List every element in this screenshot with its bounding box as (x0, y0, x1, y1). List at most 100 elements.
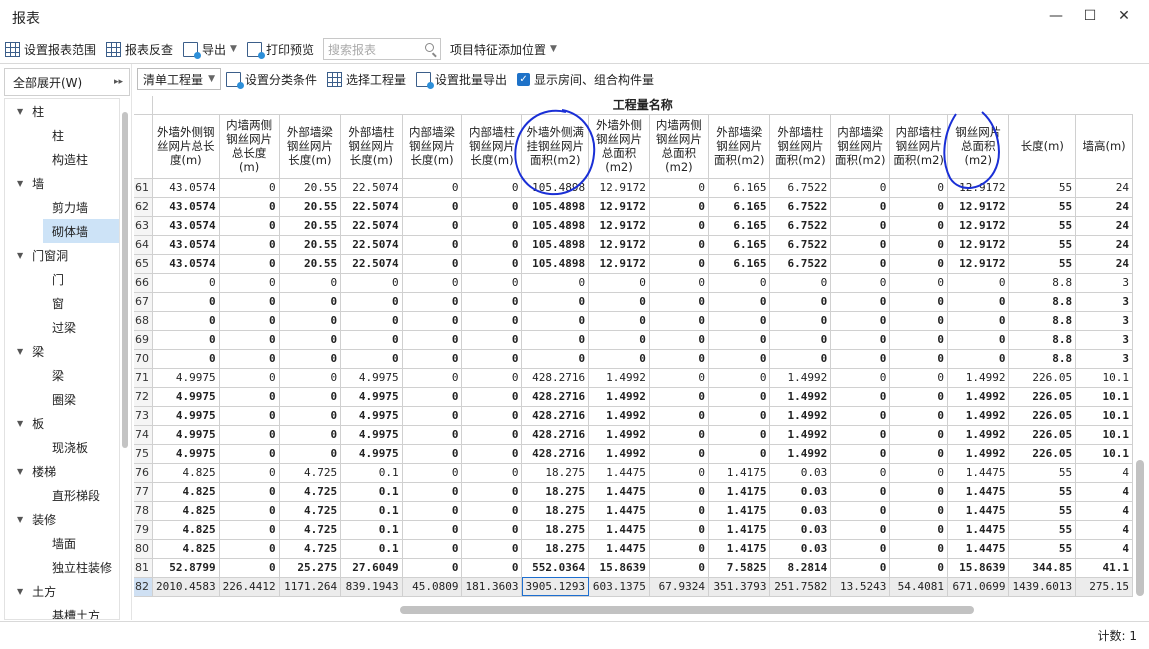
table-row[interactable]: 66 0 0 0 0 0 0 0 0 0 0 0 0 0 0 8.8 3 (134, 272, 1133, 293)
table-cell[interactable]: 0 (830, 177, 891, 198)
table-cell[interactable]: 0 (889, 348, 948, 369)
show-rooms-checkbox[interactable]: ✓ 显示房间、组合构件量 (512, 68, 659, 90)
table-cell[interactable]: 24 (1075, 177, 1133, 198)
table-cell[interactable]: 3 (1075, 272, 1133, 293)
table-cell[interactable]: 4.825 (152, 481, 220, 502)
table-cell[interactable]: 20.55 (278, 196, 342, 217)
table-cell[interactable]: 0 (401, 481, 463, 502)
table-cell[interactable]: 0 (889, 367, 948, 388)
table-cell[interactable]: 12.9172 (588, 215, 650, 236)
table-cell[interactable]: 0 (340, 291, 403, 312)
table-cell[interactable]: 12.9172 (588, 253, 650, 274)
row-number[interactable]: 80 (134, 538, 153, 559)
table-cell[interactable]: 0 (218, 310, 280, 331)
table-cell[interactable]: 55 (1008, 462, 1077, 483)
table-cell[interactable]: 0 (401, 519, 463, 540)
add-position-dropdown[interactable]: 项目特征添加位置 ▼ (445, 38, 562, 60)
table-cell[interactable]: 0 (401, 177, 463, 198)
table-cell[interactable]: 0.1 (340, 500, 403, 521)
table-cell[interactable]: 0 (707, 291, 771, 312)
table-cell[interactable]: 0 (340, 348, 403, 369)
table-cell[interactable]: 18.275 (521, 500, 590, 521)
table-cell[interactable]: 24 (1075, 234, 1133, 255)
table-cell[interactable]: 0 (830, 253, 891, 274)
table-cell[interactable]: 0 (830, 405, 891, 426)
table-cell[interactable]: 8.8 (1008, 272, 1077, 293)
table-cell[interactable]: 0 (461, 424, 523, 445)
table-cell[interactable]: 0 (946, 272, 1010, 293)
table-cell[interactable]: 0 (648, 215, 709, 236)
table-cell[interactable]: 3 (1075, 348, 1133, 369)
tree-item[interactable]: 过梁 (5, 315, 119, 339)
table-cell[interactable]: 0 (830, 424, 891, 445)
table-cell[interactable]: 0 (830, 234, 891, 255)
table-cell[interactable]: 0 (889, 177, 948, 198)
table-cell[interactable]: 0 (889, 291, 948, 312)
table-row[interactable]: 67 0 0 0 0 0 0 0 0 0 0 0 0 0 0 8.8 3 (134, 291, 1133, 312)
table-cell[interactable]: 1.4475 (588, 500, 650, 521)
table-cell[interactable]: 4.825 (152, 462, 220, 483)
table-cell[interactable]: 6.165 (707, 234, 771, 255)
table-cell[interactable]: 1.4992 (588, 443, 650, 464)
table-cell[interactable]: 0 (278, 443, 342, 464)
table-cell[interactable]: 15.8639 (946, 557, 1010, 578)
column-header[interactable]: 钢丝网片总面积(m2) (946, 113, 1010, 179)
table-cell[interactable]: 55 (1008, 215, 1077, 236)
checkmark-icon[interactable]: ✓ (517, 72, 531, 86)
row-number[interactable]: 63 (134, 215, 153, 236)
table-cell[interactable]: 0 (461, 367, 523, 388)
row-number[interactable]: 77 (134, 481, 153, 502)
table-cell[interactable]: 1.4992 (946, 443, 1010, 464)
table-cell[interactable]: 24 (1075, 215, 1133, 236)
tree-item[interactable]: 墙面 (5, 531, 119, 555)
table-cell[interactable]: 55 (1008, 196, 1077, 217)
table-cell[interactable]: 0 (461, 386, 523, 407)
table-cell[interactable]: 8.8 (1008, 348, 1077, 369)
column-header[interactable]: 内墙两侧钢丝网片总长度(m) (218, 113, 280, 179)
table-cell[interactable]: 0 (340, 329, 403, 350)
table-cell[interactable]: 4.725 (278, 500, 342, 521)
table-cell[interactable]: 55 (1008, 481, 1077, 502)
table-cell[interactable]: 22.5074 (340, 215, 403, 236)
table-cell[interactable]: 13.5243 (830, 576, 891, 597)
table-cell[interactable]: 6.165 (707, 215, 771, 236)
table-cell[interactable]: 0 (401, 500, 463, 521)
row-number[interactable]: 71 (134, 367, 153, 388)
table-cell[interactable]: 6.7522 (769, 196, 832, 217)
table-cell[interactable]: 0 (648, 500, 709, 521)
table-cell[interactable]: 0 (461, 443, 523, 464)
table-cell[interactable]: 0 (461, 519, 523, 540)
tree-item[interactable]: 基槽土方 (5, 603, 119, 620)
table-row[interactable]: 61 43.0574 0 20.55 22.5074 0 0 105.4898 12.9172 0… (134, 177, 1133, 198)
table-cell[interactable]: 1.4992 (946, 405, 1010, 426)
table-cell[interactable]: 1.4992 (588, 405, 650, 426)
table-cell[interactable]: 0.1 (340, 538, 403, 559)
table-cell[interactable]: 0 (588, 291, 650, 312)
table-cell[interactable]: 55 (1008, 177, 1077, 198)
column-header[interactable]: 长度(m) (1008, 113, 1077, 179)
table-cell[interactable]: 0 (401, 462, 463, 483)
table-cell[interactable]: 0 (707, 386, 771, 407)
collapse-triangle-icon[interactable]: ▼ (17, 467, 23, 476)
table-cell[interactable]: 4 (1075, 500, 1133, 521)
row-number[interactable]: 78 (134, 500, 153, 521)
table-cell[interactable]: 4.9975 (152, 443, 220, 464)
table-cell[interactable]: 41.1 (1075, 557, 1133, 578)
collapse-triangle-icon[interactable]: ▼ (17, 347, 23, 356)
table-cell[interactable]: 603.1375 (588, 576, 650, 597)
table-cell[interactable]: 1.4992 (769, 424, 832, 445)
table-cell[interactable]: 0 (707, 367, 771, 388)
table-cell[interactable]: 8.2814 (769, 557, 832, 578)
table-cell[interactable]: 0 (278, 272, 342, 293)
table-cell[interactable]: 10.1 (1075, 443, 1133, 464)
table-cell[interactable]: 0 (830, 538, 891, 559)
table-cell[interactable]: 0 (152, 310, 220, 331)
table-row[interactable]: 71 4.9975 0 0 4.9975 0 0 428.2716 1.4992 0 0 1.4992… (134, 367, 1133, 388)
table-cell[interactable]: 1439.6013 (1008, 576, 1077, 597)
row-number[interactable]: 64 (134, 234, 153, 255)
table-cell[interactable]: 4.9975 (152, 367, 220, 388)
table-cell[interactable]: 0 (889, 405, 948, 426)
table-row[interactable]: 64 43.0574 0 20.55 22.5074 0 0 105.4898 12.9172 0… (134, 234, 1133, 255)
table-cell[interactable]: 0 (461, 253, 523, 274)
minimize-icon[interactable]: — (1039, 8, 1073, 24)
